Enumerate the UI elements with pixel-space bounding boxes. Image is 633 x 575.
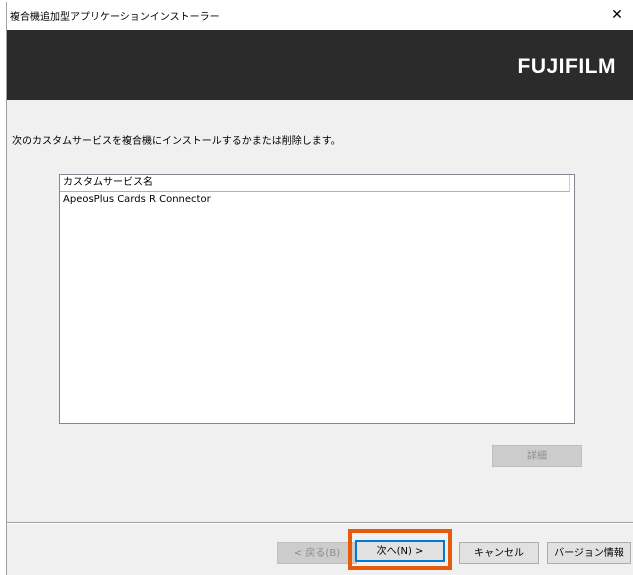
footer-separator	[7, 522, 633, 524]
fujifilm-logo: FUJIFILM	[517, 55, 616, 78]
version-info-button[interactable]: バージョン情報	[547, 542, 631, 564]
installer-window: 複合機追加型アプリケーションインストーラー ✕ FUJIFILM 次のカスタムサ…	[6, 2, 633, 575]
detail-button[interactable]: 詳細	[492, 445, 582, 467]
title-bar: 複合機追加型アプリケーションインストーラー ✕	[7, 2, 633, 30]
list-item[interactable]: ApeosPlus Cards R Connector	[60, 192, 574, 208]
close-icon[interactable]: ✕	[608, 6, 626, 24]
header-banner: FUJIFILM	[7, 30, 633, 100]
custom-service-list[interactable]: カスタムサービス名 ApeosPlus Cards R Connector	[59, 174, 575, 424]
next-button[interactable]: 次へ(N) >	[355, 540, 445, 562]
back-button[interactable]: < 戻る(B)	[277, 542, 357, 564]
instruction-text: 次のカスタムサービスを複合機にインストールするかまたは削除します。	[12, 136, 341, 147]
list-column-header[interactable]: カスタムサービス名	[60, 175, 570, 192]
window-title: 複合機追加型アプリケーションインストーラー	[10, 12, 220, 23]
cancel-button[interactable]: キャンセル	[459, 542, 539, 564]
